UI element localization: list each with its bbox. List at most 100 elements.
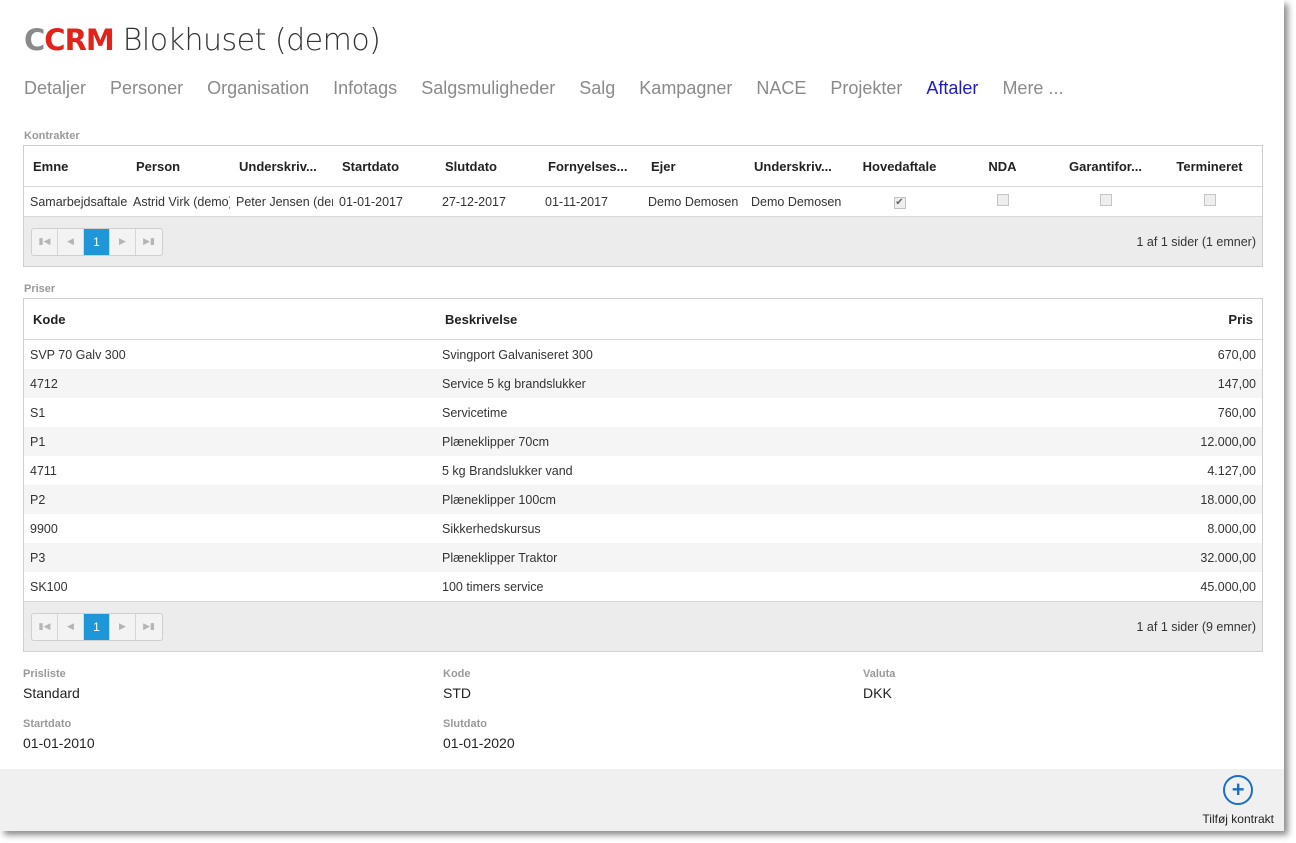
column-header-garanti[interactable]: Garantifor... xyxy=(1054,159,1157,174)
tab-aftaler[interactable]: Aftaler xyxy=(926,78,978,99)
detail-value: 01-01-2010 xyxy=(23,735,95,751)
cell-kode: P2 xyxy=(30,492,46,507)
first-page-icon[interactable]: ▮◀ xyxy=(32,613,58,640)
cell-pris: 45.000,00 xyxy=(1200,579,1256,594)
tab-organisation[interactable]: Organisation xyxy=(207,78,309,99)
cell-beskrivelse: 100 timers service xyxy=(442,579,544,594)
last-page-icon[interactable]: ▶▮ xyxy=(136,614,162,640)
cell-kode: 9900 xyxy=(30,521,58,536)
tab-projekter[interactable]: Projekter xyxy=(830,78,902,99)
detail-startdato: Startdato 01-01-2010 xyxy=(23,718,95,751)
cell-beskrivelse: Plæneklipper Traktor xyxy=(442,550,558,565)
column-header-hovedaftale[interactable]: Hovedaftale xyxy=(848,159,951,174)
termineret-checkbox[interactable] xyxy=(1203,194,1216,206)
detail-kode: Kode STD xyxy=(443,668,471,701)
next-page-icon[interactable]: ▶ xyxy=(110,228,136,255)
column-header-termineret[interactable]: Termineret xyxy=(1157,159,1262,174)
tab-salgsmuligheder[interactable]: Salgsmuligheder xyxy=(421,78,555,99)
table-row[interactable]: P1 Plæneklipper 70cm 12.000,00 xyxy=(24,427,1262,456)
cell-garanti xyxy=(1054,194,1157,209)
column-header-emne[interactable]: Emne xyxy=(24,159,127,174)
prices-pager: ▮◀ ◀ 1 ▶ ▶▮ 1 af 1 sider (9 emner) xyxy=(24,601,1262,651)
tab-mere[interactable]: Mere ... xyxy=(1002,78,1063,99)
detail-label: Valuta xyxy=(863,668,896,680)
table-row[interactable]: SVP 70 Galv 300 Svingport Galvaniseret 30… xyxy=(24,340,1262,369)
cell-kode: 4711 xyxy=(30,463,57,478)
prices-header-row: Kode Beskrivelse Pris xyxy=(24,299,1262,340)
tab-personer[interactable]: Personer xyxy=(110,78,183,99)
column-header-startdato[interactable]: Startdato xyxy=(333,159,436,174)
column-header-underskriver-kunde[interactable]: Underskriv... xyxy=(230,159,333,174)
cell-emne: Samarbejdsaftale xyxy=(30,194,127,209)
column-header-nda[interactable]: NDA xyxy=(951,159,1054,174)
column-header-kode[interactable]: Kode xyxy=(24,312,436,327)
ccrm-logo: C CRM xyxy=(24,23,115,57)
nda-checkbox[interactable] xyxy=(996,194,1009,206)
detail-slutdato: Slutdato 01-01-2020 xyxy=(443,718,515,751)
cell-pris: 147,00 xyxy=(1217,376,1256,391)
column-header-pris[interactable]: Pris xyxy=(848,312,1262,327)
prices-grid: Kode Beskrivelse Pris SVP 70 Galv 300 Svi… xyxy=(23,298,1263,652)
table-row[interactable]: SK100 100 timers service 45.000,00 xyxy=(24,572,1262,601)
cell-beskrivelse: Service 5 kg brandslukker xyxy=(442,376,586,391)
add-contract-button[interactable]: + Tilføj kontrakt xyxy=(1202,775,1274,826)
prices-body: SVP 70 Galv 300 Svingport Galvaniseret 30… xyxy=(24,340,1262,601)
hovedaftale-checkbox[interactable]: ✔ xyxy=(893,197,906,209)
column-header-underskriver-egen[interactable]: Underskriv... xyxy=(745,159,848,174)
prev-page-icon[interactable]: ◀ xyxy=(58,228,84,255)
table-row[interactable]: P2 Plæneklipper 100cm 18.000,00 xyxy=(24,485,1262,514)
tab-kampagner[interactable]: Kampagner xyxy=(639,78,732,99)
column-header-beskrivelse[interactable]: Beskrivelse xyxy=(436,312,848,327)
contracts-header-row: Emne Person Underskriv... Startdato Slut… xyxy=(24,146,1262,187)
cell-termineret xyxy=(1157,194,1262,209)
next-page-icon[interactable]: ▶ xyxy=(110,613,136,640)
first-page-icon[interactable]: ▮◀ xyxy=(32,228,58,255)
contracts-grid: Emne Person Underskriv... Startdato Slut… xyxy=(23,145,1263,267)
cell-person: Astrid Virk (demo) xyxy=(133,194,230,209)
cell-kode: S1 xyxy=(30,405,46,420)
table-row[interactable]: P3 Plæneklipper Traktor 32.000,00 xyxy=(24,543,1262,572)
last-page-icon[interactable]: ▶▮ xyxy=(136,229,162,255)
cell-pris: 670,00 xyxy=(1217,347,1256,362)
detail-label: Startdato xyxy=(23,718,72,730)
cell-beskrivelse: Plæneklipper 70cm xyxy=(442,434,549,449)
page-button-current[interactable]: 1 xyxy=(84,228,110,255)
cell-beskrivelse: Sikkerhedskursus xyxy=(442,521,541,536)
detail-label: Slutdato xyxy=(443,718,487,730)
detail-label: Prisliste xyxy=(23,668,66,680)
cell-hovedaftale: ✔ xyxy=(848,194,951,209)
action-bar: + Tilføj kontrakt xyxy=(0,769,1284,831)
column-header-slutdato[interactable]: Slutdato xyxy=(436,159,539,174)
detail-label: Kode xyxy=(443,668,471,680)
table-row[interactable]: S1 Servicetime 760,00 xyxy=(24,398,1262,427)
table-row[interactable]: Samarbejdsaftale Astrid Virk (demo) Pete… xyxy=(24,187,1262,216)
garanti-checkbox[interactable] xyxy=(1099,194,1112,206)
tab-nace[interactable]: NACE xyxy=(756,78,806,99)
prev-page-icon[interactable]: ◀ xyxy=(58,613,84,640)
cell-kode: P1 xyxy=(30,434,46,449)
cell-pris: 12.000,00 xyxy=(1200,434,1256,449)
cell-pris: 32.000,00 xyxy=(1200,550,1256,565)
table-row[interactable]: 4712 Service 5 kg brandslukker 147,00 xyxy=(24,369,1262,398)
pager-info: 1 af 1 sider (1 emner) xyxy=(1136,234,1257,249)
contracts-section-label: Kontrakter xyxy=(24,130,80,142)
column-header-fornyelse[interactable]: Fornyelses... xyxy=(539,159,642,174)
tab-salg[interactable]: Salg xyxy=(579,78,615,99)
cell-fornyelse: 01-11-2017 xyxy=(545,194,609,209)
page-button-current[interactable]: 1 xyxy=(84,613,110,640)
table-row[interactable]: 4711 5 kg Brandslukker vand 4.127,00 xyxy=(24,456,1262,485)
column-header-person[interactable]: Person xyxy=(127,159,230,174)
header: C CRM Blokhuset (demo) xyxy=(24,20,381,60)
tab-detaljer[interactable]: Detaljer xyxy=(24,78,86,99)
tab-infotags[interactable]: Infotags xyxy=(333,78,397,99)
detail-value: 01-01-2020 xyxy=(443,735,515,751)
column-header-ejer[interactable]: Ejer xyxy=(642,159,745,174)
cell-underskriver-kunde: Peter Jensen (demo) xyxy=(236,194,333,209)
table-row[interactable]: 9900 Sikkerhedskursus 8.000,00 xyxy=(24,514,1262,543)
cell-kode: P3 xyxy=(30,550,46,565)
cell-ejer: Demo Demosen xyxy=(648,194,739,209)
cell-nda xyxy=(951,194,1054,209)
detail-value: DKK xyxy=(863,685,892,701)
prices-section-label: Priser xyxy=(24,283,56,295)
pager-info: 1 af 1 sider (9 emner) xyxy=(1136,619,1257,634)
